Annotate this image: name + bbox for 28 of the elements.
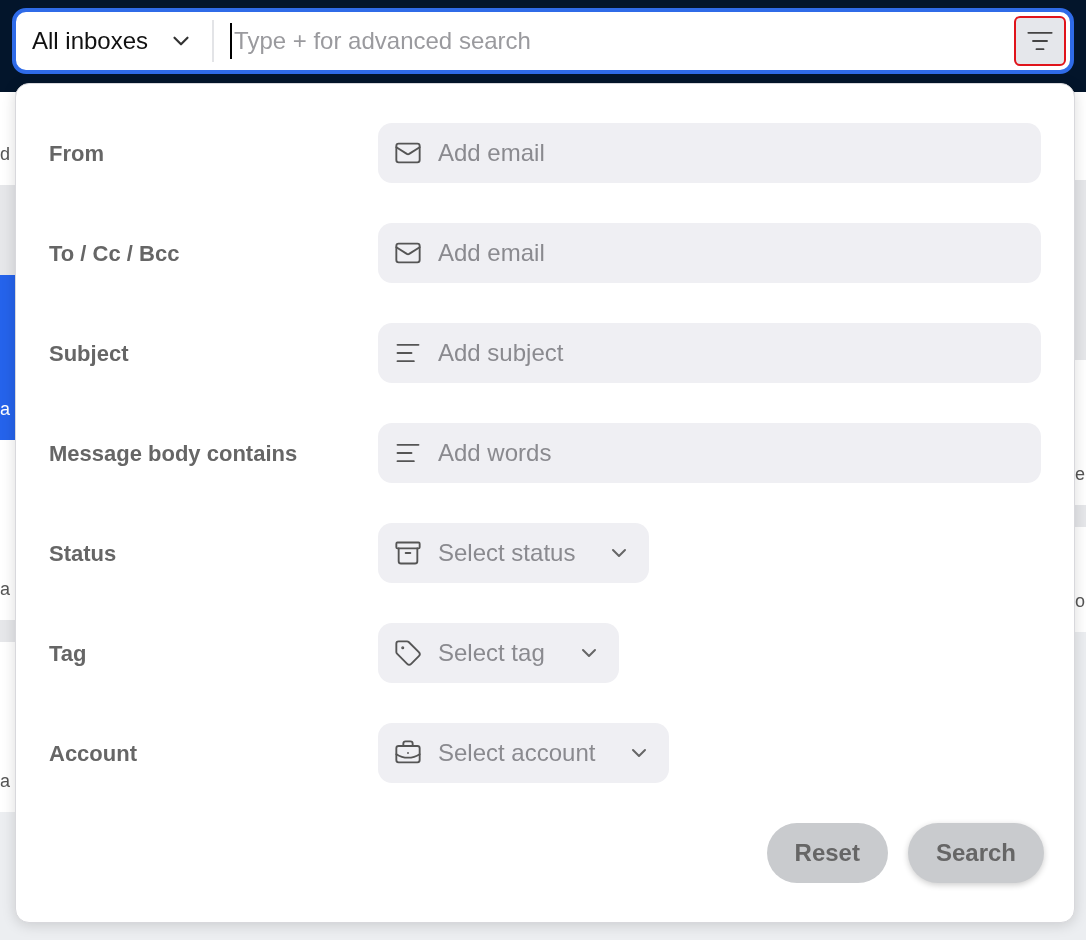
cut-off-letter: d — [0, 145, 10, 163]
select-dropdown[interactable]: Select tag — [378, 623, 619, 683]
cut-off-letter: a — [0, 580, 10, 598]
select-dropdown[interactable]: Select status — [378, 523, 650, 583]
input-field[interactable]: Add email — [378, 223, 1041, 283]
filter-button[interactable] — [1014, 16, 1066, 66]
cut-off-letter: e — [1075, 465, 1085, 483]
cut-off-letter: o — [1075, 592, 1085, 610]
field-label: Subject — [49, 339, 130, 368]
field-label: Message body contains — [49, 439, 299, 468]
field-label: Tag — [49, 639, 88, 668]
search-bar[interactable]: All inboxes Type + for advanced search — [12, 8, 1074, 74]
reset-button[interactable]: Reset — [766, 823, 888, 883]
search-field[interactable]: Type + for advanced search — [230, 23, 1014, 59]
inbox-dropdown[interactable]: All inboxes — [32, 23, 213, 59]
search-button[interactable]: Search — [907, 823, 1044, 883]
cut-off-letter: a — [0, 400, 10, 418]
field-label: Account — [49, 739, 138, 768]
field-label: To / Cc / Bcc — [49, 239, 181, 268]
select-dropdown[interactable]: Select account — [378, 723, 670, 783]
input-field[interactable]: Add words — [378, 423, 1041, 483]
input-field[interactable]: Add subject — [378, 323, 1041, 383]
tag-icon — [394, 639, 422, 667]
input-field[interactable]: Add email — [378, 123, 1041, 183]
field-label: Status — [49, 539, 118, 568]
field-label: From — [49, 139, 105, 168]
archive-box-icon — [394, 539, 422, 567]
cut-off-letter: a — [0, 772, 10, 790]
